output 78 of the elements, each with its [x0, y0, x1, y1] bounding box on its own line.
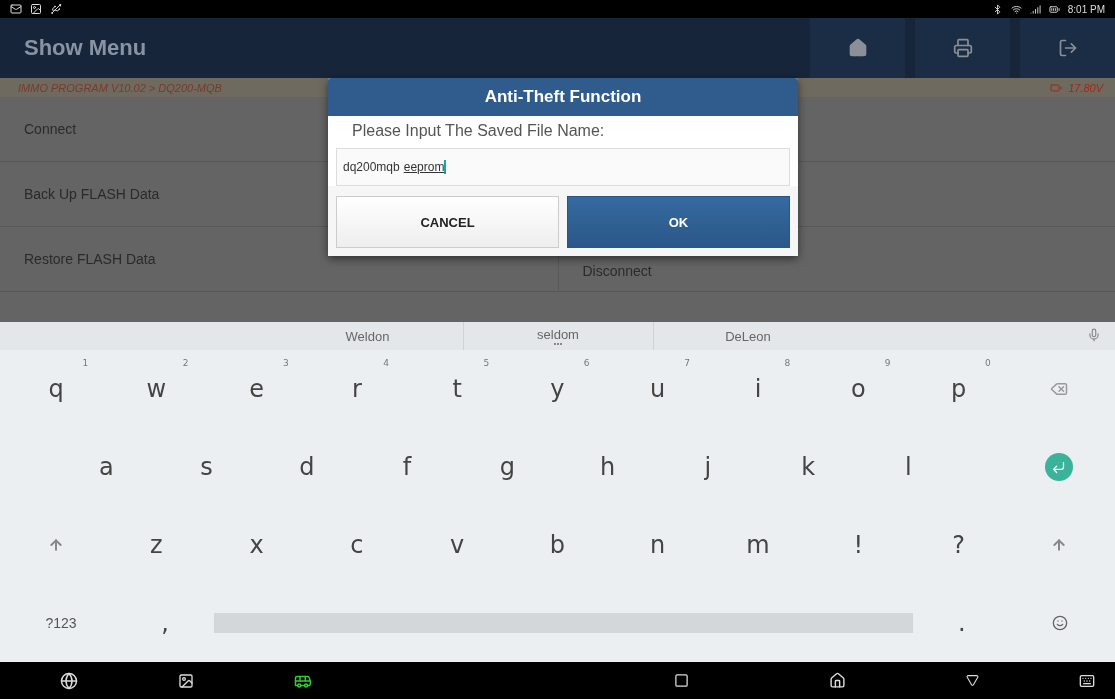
keyboard-key[interactable]: o 9: [808, 350, 909, 428]
suggestion[interactable]: Weldon: [272, 322, 463, 350]
keyboard-key[interactable]: t 5: [407, 350, 508, 428]
keyboard-key[interactable]: n: [607, 506, 708, 584]
home-button[interactable]: [810, 18, 905, 78]
browser-icon[interactable]: [60, 671, 78, 690]
print-button[interactable]: [915, 18, 1010, 78]
keyboard-key[interactable]: l: [858, 428, 959, 506]
keyboard-key[interactable]: a: [56, 428, 157, 506]
key-hint: 2: [182, 358, 189, 368]
menu-item-label: Connect: [24, 121, 77, 137]
back-icon[interactable]: [966, 674, 979, 687]
key-hint: 4: [383, 358, 390, 368]
usb-icon: [50, 3, 62, 15]
keyboard-key[interactable]: f: [356, 428, 458, 506]
keyboard-key[interactable]: y 6: [507, 350, 608, 428]
key-hint: 3: [283, 358, 289, 368]
recents-icon[interactable]: [674, 673, 689, 688]
keyboard-key[interactable]: z: [106, 506, 207, 584]
keyboard-key[interactable]: c: [306, 506, 408, 584]
keyboard-key[interactable]: w 2: [106, 350, 207, 428]
key-hint: 9: [884, 358, 891, 368]
key-hint: 7: [684, 358, 690, 368]
wifi-icon: [1010, 3, 1022, 15]
exit-icon: [1057, 38, 1078, 58]
ok-button[interactable]: OK: [567, 196, 790, 248]
key-hint: 8: [784, 358, 791, 368]
keyboard-key[interactable]: !: [808, 506, 909, 584]
header-title: Show Menu: [24, 35, 148, 61]
key-hint: 6: [583, 358, 590, 368]
printer-icon: [952, 38, 973, 58]
keyboard-key[interactable]: d: [256, 428, 357, 506]
cancel-button[interactable]: CANCEL: [336, 196, 559, 248]
suggestion[interactable]: DeLeon: [652, 322, 843, 350]
keyboard-key[interactable]: i 8: [707, 350, 809, 428]
backspace-icon: [1049, 380, 1068, 398]
battery-icon: [1048, 3, 1060, 15]
notification-icon: [10, 3, 22, 15]
keyboard-icon[interactable]: [1079, 672, 1095, 689]
suggestion[interactable]: seldom: [462, 322, 653, 350]
battery-icon: [1050, 81, 1063, 94]
key-hint: 0: [984, 358, 991, 368]
key-hint: 5: [483, 358, 490, 368]
keyboard-key[interactable]: g: [457, 428, 558, 506]
keyboard-key[interactable]: m: [707, 506, 809, 584]
enter-icon: [1044, 453, 1073, 481]
emoji-icon: [1051, 615, 1068, 631]
keyboard-key[interactable]: j: [657, 428, 758, 506]
keyboard-key[interactable]: b: [507, 506, 608, 584]
dialog-title: Anti-Theft Function: [328, 78, 798, 116]
keyboard-key[interactable]: ?: [908, 506, 1009, 584]
keyboard-key[interactable]: x: [206, 506, 307, 584]
keyboard-key[interactable]: h: [557, 428, 658, 506]
signal-icon: [1029, 3, 1041, 15]
keyboard-key[interactable]: s: [156, 428, 257, 506]
home-icon[interactable]: [829, 672, 846, 689]
menu-item-label: Back Up FLASH Data: [24, 186, 160, 202]
clock: 8:01 PM: [1067, 3, 1105, 15]
menu-item-label: Restore FLASH Data: [24, 251, 156, 267]
key-hint: 1: [82, 358, 89, 368]
symbols-key[interactable]: ?123: [6, 584, 117, 662]
keyboard-key[interactable]: k: [758, 428, 859, 506]
keyboard-key[interactable]: p 0: [908, 350, 1009, 428]
menu-item-label: Disconnect: [582, 263, 652, 279]
image-icon: [30, 3, 42, 15]
keyboard-key[interactable]: q 1: [6, 350, 107, 428]
keyboard-key[interactable]: ,: [116, 584, 215, 662]
file-name-field[interactable]: dq200mqb eeprom: [336, 148, 790, 186]
keyboard-key[interactable]: u 7: [607, 350, 708, 428]
keyboard-key[interactable]: v: [407, 506, 508, 584]
home-icon: [847, 38, 868, 58]
voltage-reading: 17.80V: [1068, 81, 1103, 94]
mic-icon[interactable]: [1087, 328, 1101, 342]
keyboard-key[interactable]: e 3: [206, 350, 307, 428]
gallery-icon[interactable]: [178, 672, 194, 689]
exit-button[interactable]: [1020, 18, 1115, 78]
keyboard-key[interactable]: .: [912, 584, 1011, 662]
keyboard-key[interactable]: r 4: [306, 350, 408, 428]
